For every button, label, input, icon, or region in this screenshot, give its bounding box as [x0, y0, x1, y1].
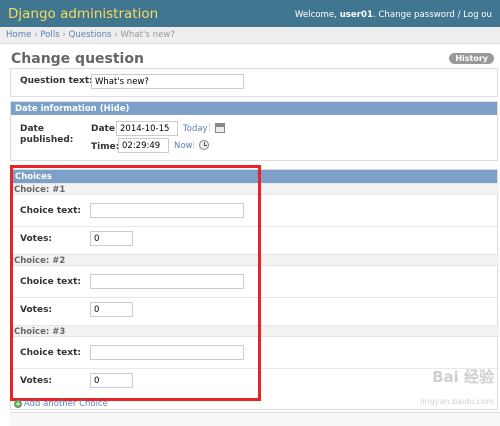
link-divider: |: [192, 140, 195, 150]
page-title: Change question: [11, 51, 144, 67]
date-input[interactable]: [116, 121, 178, 136]
choice-2-text-label: Choice text:: [20, 277, 81, 287]
hide-link[interactable]: Hide: [104, 104, 126, 114]
date-section-header: Date information (Hide): [11, 102, 497, 115]
breadcrumb-home[interactable]: Home: [6, 30, 31, 40]
choice-3-header: Choice: #3: [11, 325, 499, 337]
header: Django administration Welcome, user01. C…: [0, 0, 500, 27]
breadcrumb-separator: ›: [62, 30, 66, 40]
choice-3-text-input[interactable]: [90, 345, 244, 360]
choice-2-text-input[interactable]: [90, 274, 244, 289]
breadcrumb: Home › Polls › Questions › What's new?: [0, 27, 500, 44]
choice-2-header: Choice: #2: [11, 254, 499, 266]
date-published-label-1: Date: [20, 124, 44, 134]
choice-1-text-input[interactable]: [90, 203, 244, 218]
plus-icon: +: [14, 400, 22, 408]
breadcrumb-separator: ›: [114, 30, 118, 40]
row-divider: [11, 368, 499, 369]
time-input[interactable]: [118, 138, 169, 153]
choice-3-votes-label: Votes:: [20, 376, 53, 386]
time-label: Time:: [91, 142, 120, 152]
breadcrumb-questions[interactable]: Questions: [69, 30, 112, 40]
choices-section-header: Choices: [11, 170, 497, 183]
user-tools: Welcome, user01. Change password / Log o…: [295, 10, 492, 20]
question-text-label: Question text:: [20, 76, 93, 86]
row-divider: [11, 297, 499, 298]
link-divider: |: [208, 123, 211, 133]
choice-1-header: Choice: #1: [11, 183, 499, 195]
submit-row: [10, 412, 500, 426]
date-published-label-2: published:: [20, 135, 74, 145]
breadcrumb-separator: ›: [34, 30, 38, 40]
question-text-input[interactable]: [91, 74, 244, 89]
username: user01: [339, 10, 373, 20]
watermark-logo: Bai 经验: [432, 368, 494, 386]
clock-icon[interactable]: [199, 140, 209, 150]
choice-3-votes-input[interactable]: [90, 373, 133, 388]
choice-1-votes-label: Votes:: [20, 234, 53, 244]
date-label: Date:: [91, 124, 119, 134]
row-divider: [11, 226, 499, 227]
breadcrumb-polls[interactable]: Polls: [40, 30, 59, 40]
date-section-title: Date information: [15, 104, 97, 114]
today-link[interactable]: Today: [183, 124, 208, 134]
choices-section-title: Choices: [15, 172, 52, 182]
choices-fieldset: Choices: [10, 169, 498, 410]
now-link[interactable]: Now: [174, 141, 193, 151]
choice-3-text-label: Choice text:: [20, 348, 81, 358]
add-another-choice-link[interactable]: + Add another Choice: [14, 399, 108, 409]
choice-1-text-label: Choice text:: [20, 206, 81, 216]
choice-1-votes-input[interactable]: [90, 231, 133, 246]
date-fieldset: Date information (Hide): [10, 101, 498, 161]
calendar-icon[interactable]: [215, 123, 225, 133]
watermark-url: jingyan.baidu.com: [420, 397, 494, 406]
site-title[interactable]: Django administration: [8, 6, 158, 22]
add-another-choice-label: Add another Choice: [24, 399, 108, 409]
welcome-text: Welcome,: [294, 10, 337, 20]
choice-2-votes-input[interactable]: [90, 302, 133, 317]
history-button[interactable]: History: [449, 53, 494, 64]
user-links[interactable]: . Change password / Log ou: [373, 10, 492, 20]
breadcrumb-current: What's new?: [120, 30, 175, 40]
choice-2-votes-label: Votes:: [20, 305, 53, 315]
